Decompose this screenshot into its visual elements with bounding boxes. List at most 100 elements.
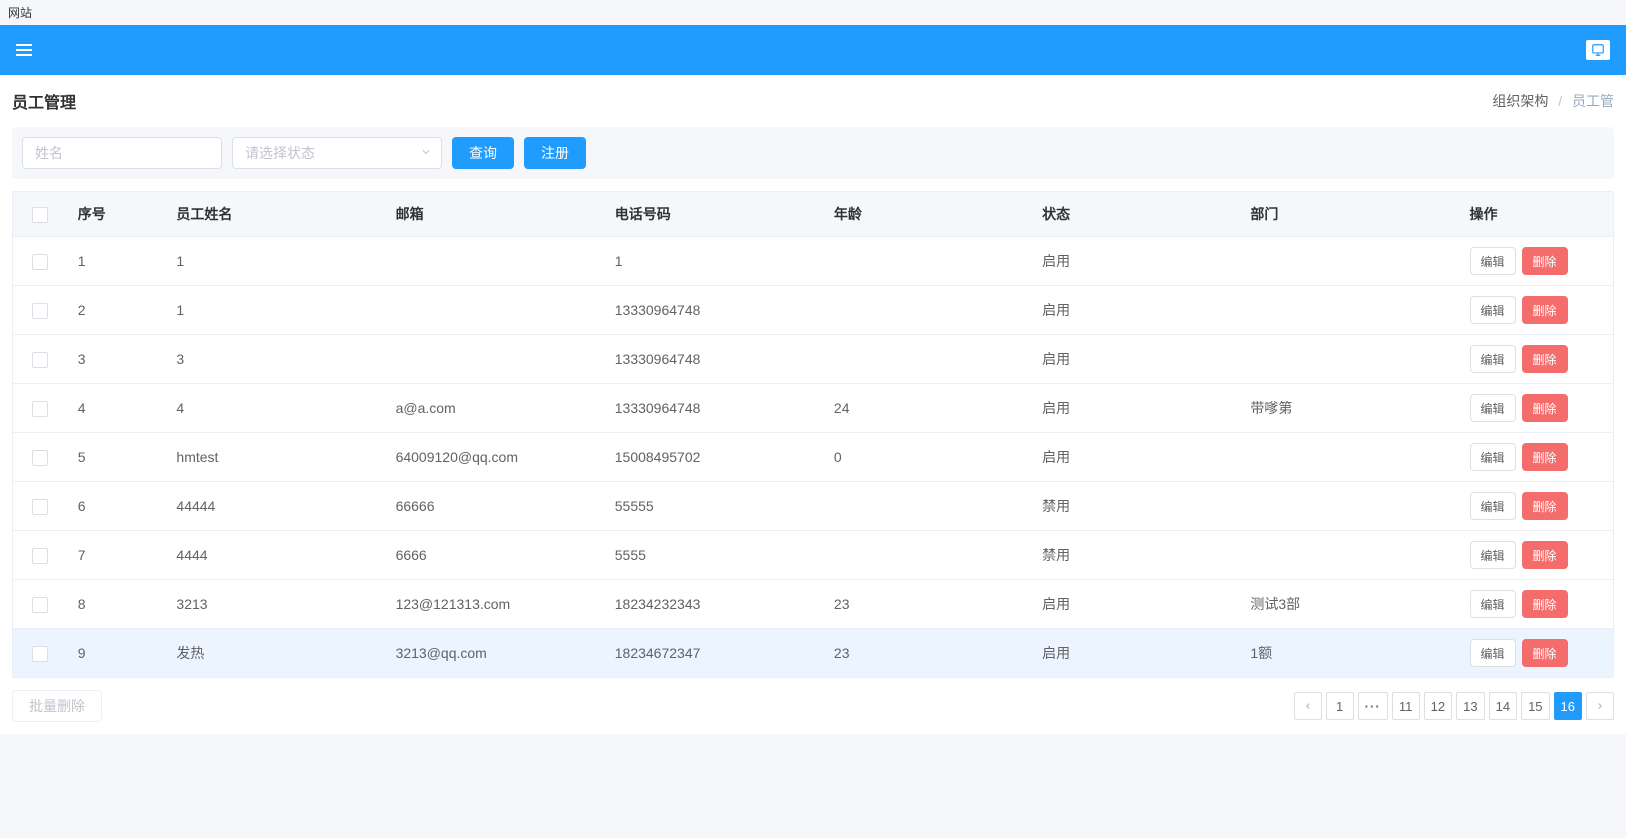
table-row: 83213123@121313.com1823423234323启用测试3部编辑… <box>13 580 1613 629</box>
edit-button[interactable]: 编辑 <box>1470 590 1516 618</box>
col-header-actions: 操作 <box>1460 192 1613 237</box>
cell-phone: 55555 <box>605 482 824 531</box>
pagination: 1···111213141516 <box>1294 692 1614 720</box>
top-nav-bar <box>0 25 1626 75</box>
cell-status: 启用 <box>1032 580 1240 629</box>
cell-name: 4 <box>166 384 385 433</box>
edit-button[interactable]: 编辑 <box>1470 394 1516 422</box>
cell-status: 启用 <box>1032 629 1240 678</box>
table-row: 3313330964748启用编辑删除 <box>13 335 1613 384</box>
table-header-row: 序号 员工姓名 邮箱 电话号码 年龄 状态 部门 操作 <box>13 192 1613 237</box>
cell-age: 0 <box>824 433 1032 482</box>
batch-delete-button[interactable]: 批量删除 <box>12 690 102 722</box>
edit-button[interactable]: 编辑 <box>1470 541 1516 569</box>
col-header-email: 邮箱 <box>386 192 605 237</box>
row-checkbox[interactable] <box>32 646 48 662</box>
delete-button[interactable]: 删除 <box>1522 247 1568 275</box>
cell-status: 启用 <box>1032 433 1240 482</box>
edit-button[interactable]: 编辑 <box>1470 492 1516 520</box>
page-number-button[interactable]: 15 <box>1521 692 1549 720</box>
user-avatar[interactable] <box>1586 40 1610 60</box>
status-select[interactable] <box>232 137 442 169</box>
delete-button[interactable]: 删除 <box>1522 296 1568 324</box>
cell-email: 123@121313.com <box>386 580 605 629</box>
cell-index: 8 <box>68 580 167 629</box>
menu-toggle-icon[interactable] <box>16 44 32 56</box>
cell-email: a@a.com <box>386 384 605 433</box>
select-all-checkbox[interactable] <box>32 207 48 223</box>
register-button[interactable]: 注册 <box>524 137 586 169</box>
page-ellipsis[interactable]: ··· <box>1358 692 1388 720</box>
cell-email <box>386 335 605 384</box>
page-number-button[interactable]: 11 <box>1392 692 1420 720</box>
delete-button[interactable]: 删除 <box>1522 394 1568 422</box>
row-checkbox[interactable] <box>32 499 48 515</box>
breadcrumb-parent[interactable]: 组织架构 <box>1492 93 1548 109</box>
page-number-button[interactable]: 13 <box>1456 692 1484 720</box>
page-number-button[interactable]: 1 <box>1326 692 1354 720</box>
status-select-input[interactable] <box>232 137 442 169</box>
cell-dept <box>1240 433 1459 482</box>
cell-status: 禁用 <box>1032 482 1240 531</box>
row-checkbox[interactable] <box>32 303 48 319</box>
cell-name: 3213 <box>166 580 385 629</box>
cell-age <box>824 531 1032 580</box>
name-input[interactable] <box>22 137 222 169</box>
row-checkbox[interactable] <box>32 548 48 564</box>
col-header-phone: 电话号码 <box>605 192 824 237</box>
edit-button[interactable]: 编辑 <box>1470 345 1516 373</box>
delete-button[interactable]: 删除 <box>1522 541 1568 569</box>
cell-dept: 带嗲第 <box>1240 384 1459 433</box>
cell-name: 3 <box>166 335 385 384</box>
row-checkbox[interactable] <box>32 352 48 368</box>
row-checkbox[interactable] <box>32 401 48 417</box>
table-row: 7444466665555禁用编辑删除 <box>13 531 1613 580</box>
col-header-status: 状态 <box>1032 192 1240 237</box>
delete-button[interactable]: 删除 <box>1522 443 1568 471</box>
cell-status: 启用 <box>1032 384 1240 433</box>
delete-button[interactable]: 删除 <box>1522 492 1568 520</box>
cell-phone: 15008495702 <box>605 433 824 482</box>
delete-button[interactable]: 删除 <box>1522 639 1568 667</box>
employee-table: 序号 员工姓名 邮箱 电话号码 年龄 状态 部门 操作 111启用编辑删除211… <box>12 191 1614 678</box>
cell-age <box>824 237 1032 286</box>
cell-name: 1 <box>166 237 385 286</box>
cell-dept <box>1240 531 1459 580</box>
page-prev-button[interactable] <box>1294 692 1322 720</box>
browser-tab-title: 网站 <box>8 6 32 20</box>
cell-dept <box>1240 286 1459 335</box>
row-checkbox[interactable] <box>32 597 48 613</box>
row-checkbox[interactable] <box>32 450 48 466</box>
cell-index: 3 <box>68 335 167 384</box>
cell-phone: 1 <box>605 237 824 286</box>
cell-email <box>386 237 605 286</box>
cell-age <box>824 286 1032 335</box>
edit-button[interactable]: 编辑 <box>1470 639 1516 667</box>
edit-button[interactable]: 编辑 <box>1470 247 1516 275</box>
search-button[interactable]: 查询 <box>452 137 514 169</box>
edit-button[interactable]: 编辑 <box>1470 443 1516 471</box>
col-header-age: 年龄 <box>824 192 1032 237</box>
cell-index: 9 <box>68 629 167 678</box>
cell-dept <box>1240 237 1459 286</box>
page-number-button[interactable]: 14 <box>1489 692 1517 720</box>
delete-button[interactable]: 删除 <box>1522 590 1568 618</box>
edit-button[interactable]: 编辑 <box>1470 296 1516 324</box>
page-next-button[interactable] <box>1586 692 1614 720</box>
table-row: 5hmtest64009120@qq.com150084957020启用编辑删除 <box>13 433 1613 482</box>
cell-index: 2 <box>68 286 167 335</box>
cell-status: 启用 <box>1032 286 1240 335</box>
table-row: 2113330964748启用编辑删除 <box>13 286 1613 335</box>
page-number-button[interactable]: 16 <box>1554 692 1582 720</box>
table-row: 6444446666655555禁用编辑删除 <box>13 482 1613 531</box>
row-checkbox[interactable] <box>32 254 48 270</box>
cell-name: 发热 <box>166 629 385 678</box>
cell-name: hmtest <box>166 433 385 482</box>
cell-index: 5 <box>68 433 167 482</box>
delete-button[interactable]: 删除 <box>1522 345 1568 373</box>
page-number-button[interactable]: 12 <box>1424 692 1452 720</box>
cell-email: 6666 <box>386 531 605 580</box>
cell-phone: 18234232343 <box>605 580 824 629</box>
table-row: 9发热3213@qq.com1823467234723启用1额编辑删除 <box>13 629 1613 678</box>
cell-dept: 测试3部 <box>1240 580 1459 629</box>
